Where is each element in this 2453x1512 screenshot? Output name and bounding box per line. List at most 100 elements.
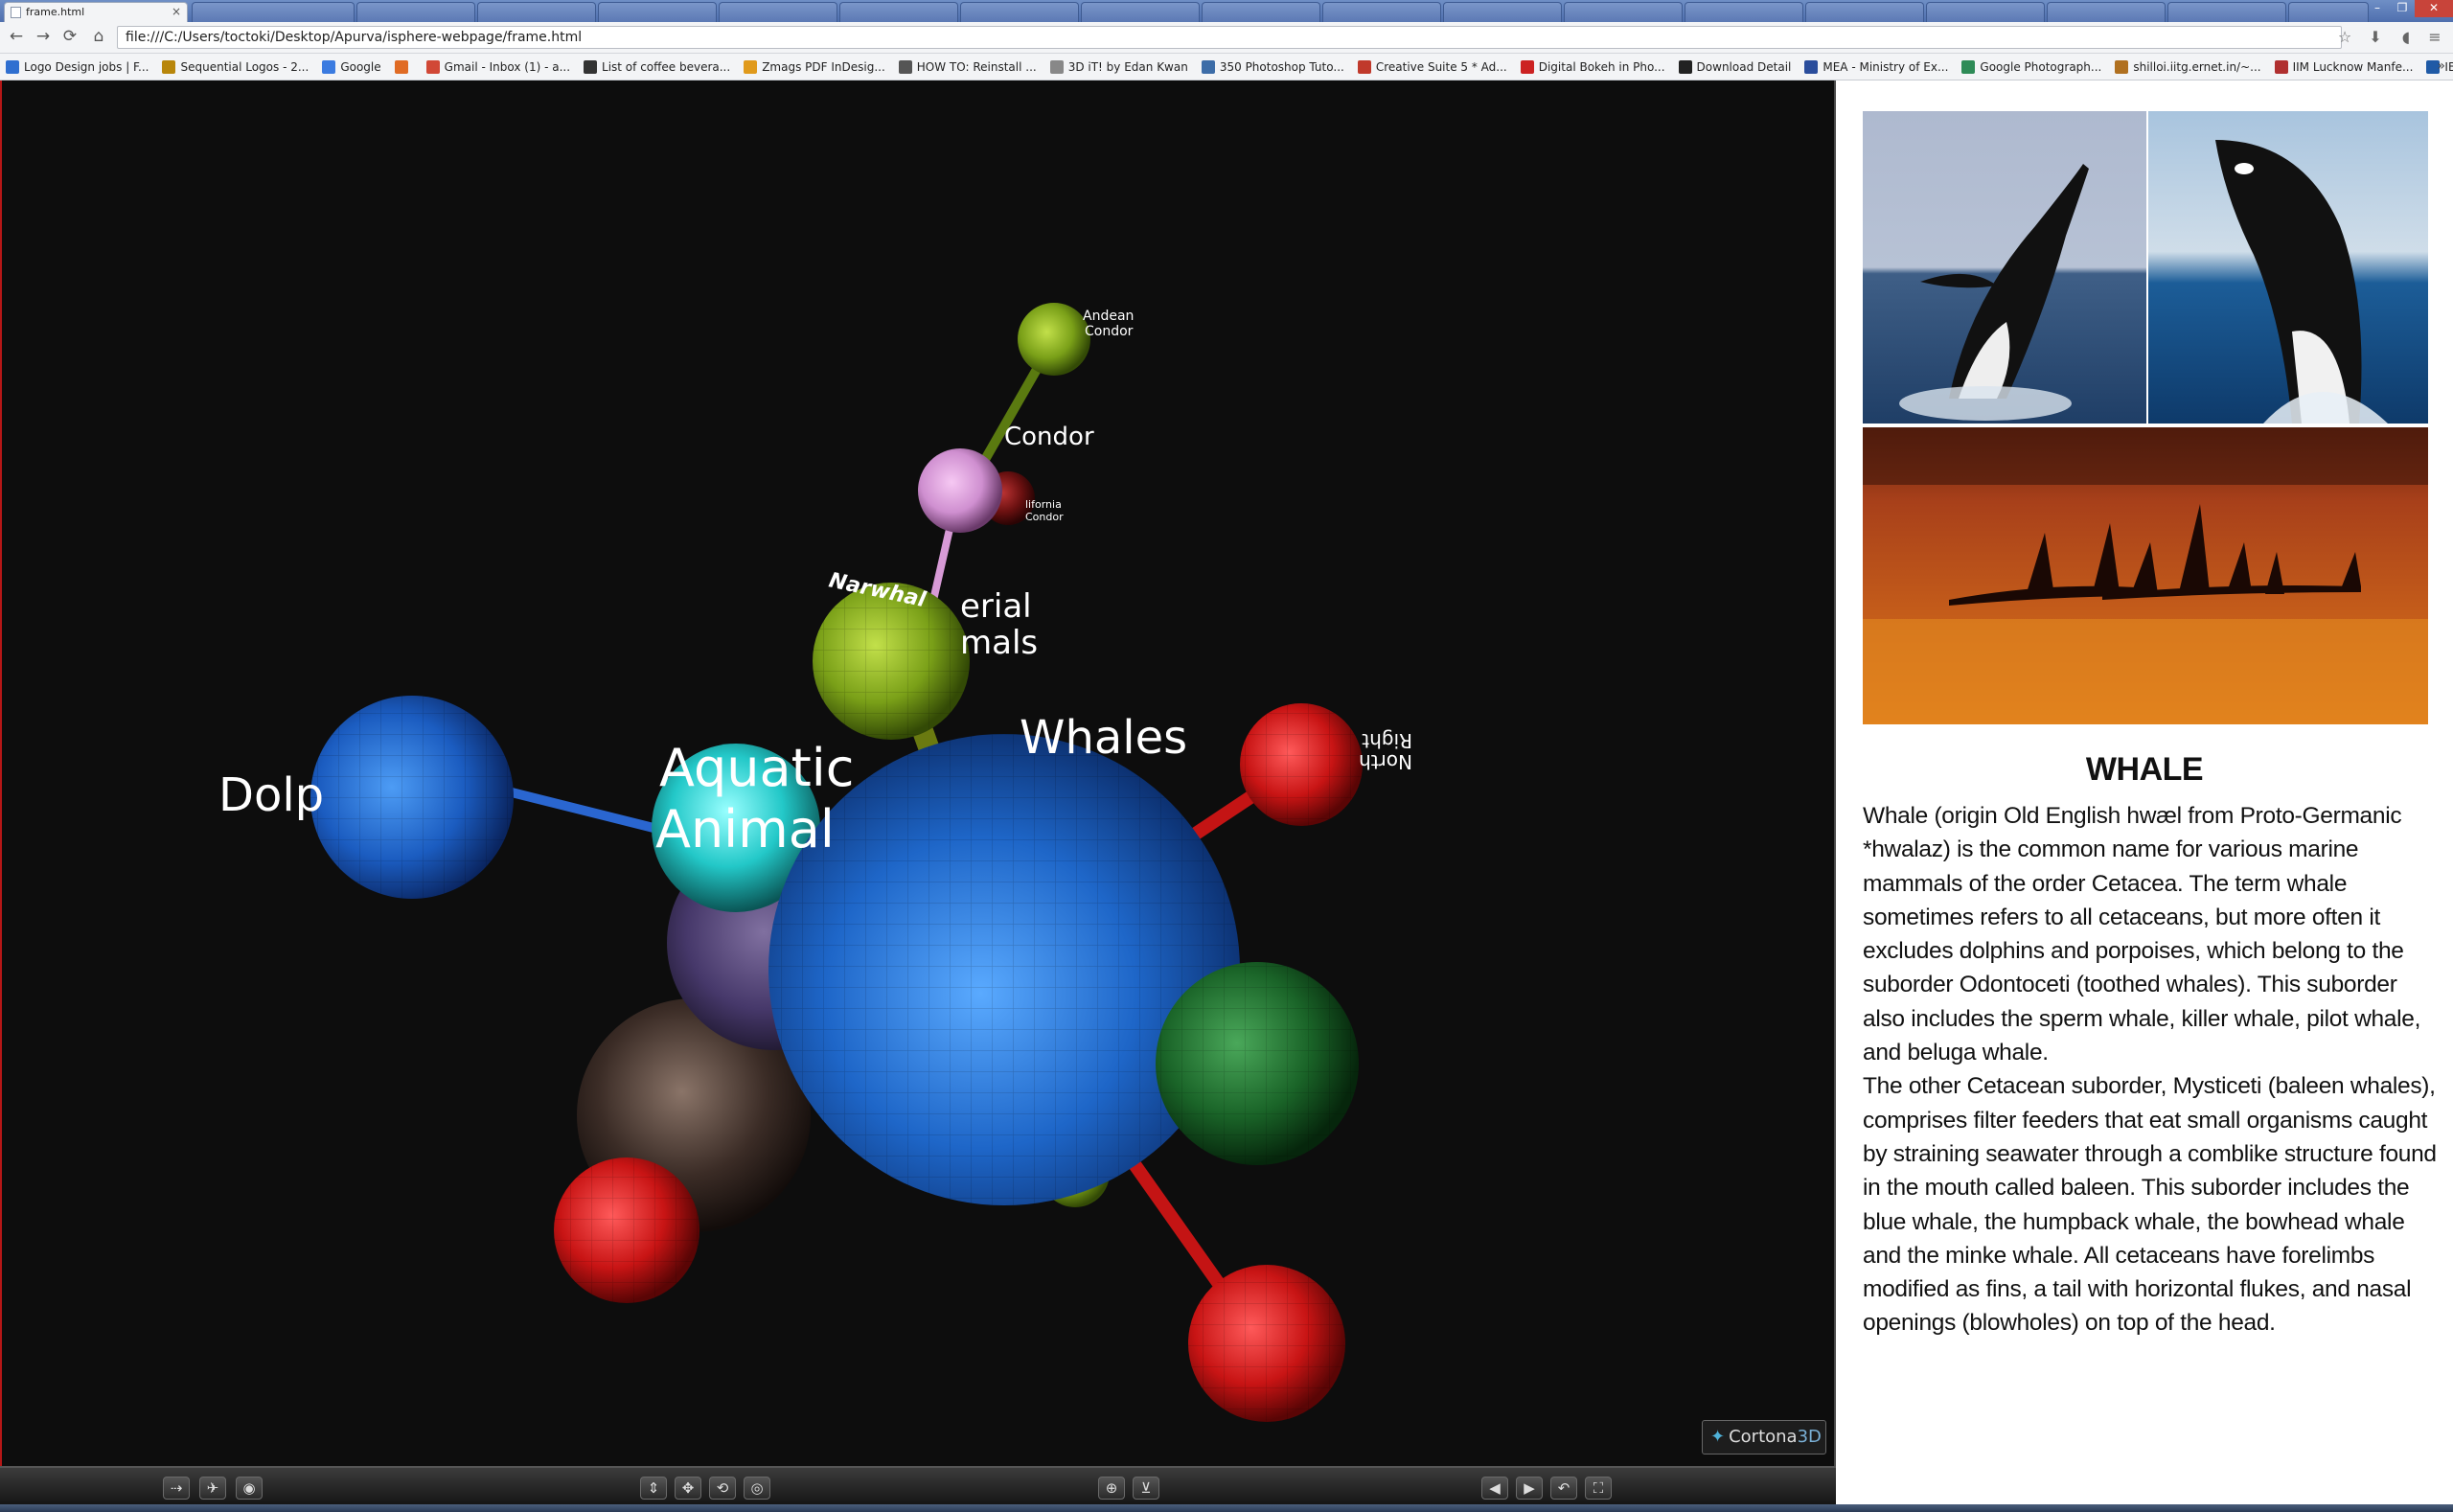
bookmark-item[interactable]: Creative Suite 5 * Ad... bbox=[1357, 59, 1507, 74]
bookmark-item[interactable]: Digital Bokeh in Pho... bbox=[1520, 59, 1665, 74]
bookmark-favicon-icon bbox=[744, 59, 758, 74]
fly-icon[interactable]: ✈ bbox=[199, 1477, 226, 1500]
page-icon bbox=[11, 7, 21, 18]
bookmark-item[interactable]: Zmags PDF InDesig... bbox=[744, 59, 885, 74]
menu-icon[interactable]: ≡ bbox=[2424, 28, 2445, 47]
tab-background[interactable] bbox=[2288, 2, 2369, 22]
bookmark-label: IIM Lucknow Manfe... bbox=[2292, 59, 2414, 74]
tab-background[interactable] bbox=[1202, 2, 1320, 22]
bookmark-item[interactable]: HOW TO: Reinstall ... bbox=[898, 59, 1037, 74]
maximize-icon[interactable]: ❐ bbox=[2390, 0, 2415, 17]
tab-background[interactable] bbox=[1685, 2, 1803, 22]
bookmark-item[interactable]: Gmail - Inbox (1) - a... bbox=[425, 59, 570, 74]
home-icon[interactable]: ⌂ bbox=[88, 28, 109, 47]
bookmark-item[interactable]: Google bbox=[322, 59, 381, 74]
tab-background[interactable] bbox=[839, 2, 958, 22]
bookmark-item[interactable]: 3D iT! by Edan Kwan bbox=[1049, 59, 1188, 74]
label-north-right-2: Right bbox=[1362, 729, 1412, 752]
sphere-andean-condor[interactable] bbox=[1018, 303, 1090, 376]
align-icon[interactable]: ⊻ bbox=[1133, 1477, 1159, 1500]
bookmark-item[interactable]: Logo Design jobs | F... bbox=[6, 59, 149, 74]
back-icon[interactable]: ← bbox=[6, 28, 27, 47]
roll-icon[interactable]: ◎ bbox=[744, 1477, 770, 1500]
3d-scene[interactable]: Andean Condor Condor lifornia Condor Nar… bbox=[2, 80, 1834, 1466]
bookmark-favicon-icon bbox=[1804, 59, 1819, 74]
tab-background[interactable] bbox=[356, 2, 475, 22]
tab-background[interactable] bbox=[2047, 2, 2166, 22]
walk-icon[interactable]: ⇢ bbox=[163, 1477, 190, 1500]
extension-icon[interactable]: ⬇ bbox=[2365, 28, 2386, 47]
bookmark-label: Download Detail bbox=[1696, 59, 1792, 74]
bookmark-item[interactable]: IIM Lucknow Manfe... bbox=[2274, 59, 2414, 74]
bookmark-favicon-icon bbox=[394, 59, 408, 74]
tab-active[interactable]: frame.html × bbox=[4, 2, 188, 22]
bookmark-item[interactable]: MEA - Ministry of Ex... bbox=[1804, 59, 1948, 74]
close-window-icon[interactable]: ✕ bbox=[2415, 0, 2453, 17]
pan-icon[interactable]: ✥ bbox=[675, 1477, 701, 1500]
tab-background[interactable] bbox=[1564, 2, 1683, 22]
tab-background[interactable] bbox=[477, 2, 596, 22]
bookmark-item[interactable]: Download Detail bbox=[1678, 59, 1792, 74]
bookmark-favicon-icon bbox=[1678, 59, 1692, 74]
label-north-right-1: North bbox=[1359, 750, 1412, 773]
plan-icon[interactable]: ⇕ bbox=[640, 1477, 667, 1500]
bookmark-label: Creative Suite 5 * Ad... bbox=[1375, 59, 1507, 74]
close-tab-icon[interactable]: × bbox=[172, 5, 181, 18]
bookmark-item[interactable]: Google Photograph... bbox=[1961, 59, 2101, 74]
label-andean-condor-1: Andean bbox=[1083, 309, 1134, 324]
label-aerial-animals-2: mals bbox=[960, 624, 1038, 662]
bookmark-favicon-icon bbox=[6, 59, 19, 74]
minimize-icon[interactable]: – bbox=[2365, 0, 2390, 17]
goto-icon[interactable]: ⊕ bbox=[1098, 1477, 1125, 1500]
tab-background[interactable] bbox=[960, 2, 1079, 22]
label-andean-condor-2: Condor bbox=[1085, 324, 1134, 339]
bookmark-label: List of coffee bevera... bbox=[602, 59, 731, 74]
bookmark-label: Sequential Logos - 2... bbox=[180, 59, 309, 74]
tab-background[interactable] bbox=[1805, 2, 1924, 22]
sphere-condor[interactable] bbox=[918, 448, 1002, 533]
bookmark-label: Digital Bokeh in Pho... bbox=[1538, 59, 1665, 74]
prev-view-icon[interactable]: ◀ bbox=[1481, 1477, 1508, 1500]
tab-background[interactable] bbox=[598, 2, 717, 22]
bookmark-item[interactable]: 350 Photoshop Tuto... bbox=[1201, 59, 1344, 74]
bookmarks-overflow-icon[interactable]: » bbox=[2437, 58, 2445, 74]
info-panel: WHALE Whale (origin Old English hwæl fro… bbox=[1836, 80, 2453, 1504]
bookmark-favicon-icon bbox=[1201, 59, 1215, 74]
tab-background[interactable] bbox=[1081, 2, 1200, 22]
tab-background[interactable] bbox=[1926, 2, 2045, 22]
tab-background[interactable] bbox=[2167, 2, 2286, 22]
sphere-red-lower-facets bbox=[1188, 1265, 1345, 1422]
bookmark-favicon-icon bbox=[162, 59, 176, 74]
browser-toolbar: ← → ⟳ ⌂ file:///C:/Users/toctoki/Desktop… bbox=[0, 22, 2453, 54]
bookmark-label: Google bbox=[340, 59, 381, 74]
bookmark-item[interactable] bbox=[394, 59, 413, 74]
reload-icon[interactable]: ⟳ bbox=[59, 28, 80, 47]
tab-background[interactable] bbox=[1322, 2, 1441, 22]
fit-icon[interactable]: ⛶ bbox=[1585, 1477, 1612, 1500]
bookmarks-bar: Logo Design jobs | F... Sequential Logos … bbox=[0, 54, 2453, 80]
extension-icon[interactable]: ◖ bbox=[2396, 28, 2417, 47]
photo-orca-breach-right bbox=[2148, 111, 2428, 424]
label-california-condor-2: Condor bbox=[1025, 511, 1064, 523]
brand-prefix: Cortona bbox=[1729, 1427, 1798, 1447]
forward-icon[interactable]: → bbox=[33, 28, 54, 47]
bookmark-item[interactable]: shilloi.iitg.ernet.in/~... bbox=[2115, 59, 2261, 74]
address-bar[interactable]: file:///C:/Users/toctoki/Desktop/Apurva/… bbox=[117, 26, 2342, 49]
tab-background[interactable] bbox=[719, 2, 837, 22]
restore-icon[interactable]: ↶ bbox=[1550, 1477, 1577, 1500]
tab-background[interactable] bbox=[192, 2, 355, 22]
bookmark-item[interactable]: List of coffee bevera... bbox=[584, 59, 731, 74]
turn-icon[interactable]: ⟲ bbox=[709, 1477, 736, 1500]
sphere-north-right-facets bbox=[1240, 703, 1363, 826]
bookmark-favicon-icon bbox=[1961, 59, 1976, 74]
eye-icon[interactable]: ◉ bbox=[236, 1477, 263, 1500]
bookmark-favicon-icon bbox=[1049, 59, 1064, 74]
tab-background[interactable] bbox=[1443, 2, 1562, 22]
vrml-viewer[interactable]: Andean Condor Condor lifornia Condor Nar… bbox=[0, 80, 1836, 1466]
article-body: Whale (origin Old English hwæl from Prot… bbox=[1863, 799, 2443, 1340]
next-view-icon[interactable]: ▶ bbox=[1516, 1477, 1543, 1500]
tab-title: frame.html bbox=[26, 6, 85, 18]
bookmark-item[interactable]: Sequential Logos - 2... bbox=[162, 59, 309, 74]
bookmark-favicon-icon bbox=[2115, 59, 2129, 74]
bookmark-star-icon[interactable]: ☆ bbox=[2334, 28, 2355, 47]
